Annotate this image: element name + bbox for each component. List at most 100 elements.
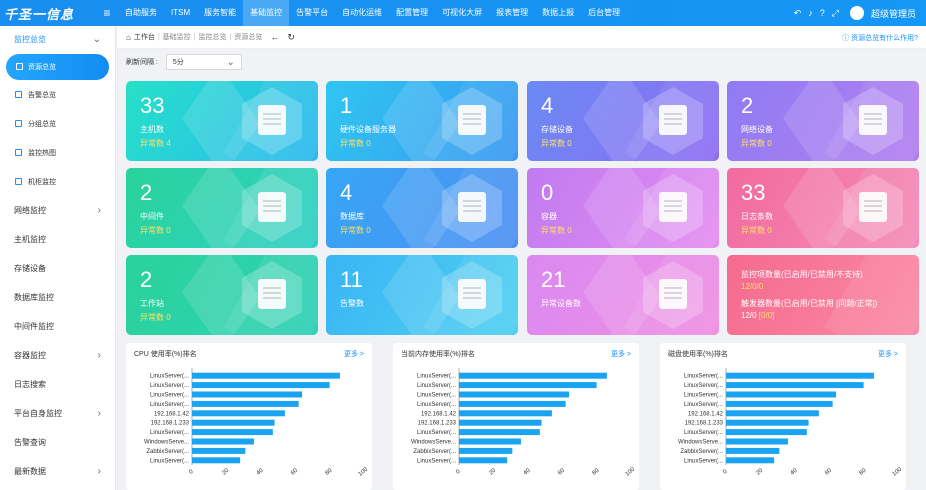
summary-line-2: 12/0/0 [741, 282, 764, 291]
sidebar-item[interactable]: 告警查询 [0, 428, 115, 457]
sidebar-group-overview[interactable]: 监控总览 ⌄ [0, 26, 115, 52]
tick-label: LinuxServer(... [150, 393, 189, 399]
bar[interactable] [192, 429, 273, 436]
breadcrumb-item[interactable]: 监控总览 [199, 32, 227, 42]
bar[interactable] [192, 457, 241, 464]
bar[interactable] [459, 419, 542, 426]
fullscreen-icon[interactable]: ⤢ [832, 8, 839, 19]
bar[interactable] [459, 438, 521, 445]
bar[interactable] [726, 419, 809, 426]
sidebar-item[interactable]: 平台自身监控 › [0, 399, 115, 428]
tick-label: LinuxServer(... [150, 458, 189, 464]
tick-label: LinuxServer(... [417, 402, 456, 408]
bar[interactable] [459, 372, 607, 379]
bar[interactable] [192, 372, 340, 379]
bar[interactable] [459, 429, 540, 436]
bar[interactable] [459, 391, 570, 398]
home-icon[interactable]: ⌂ [126, 33, 131, 42]
chevron-down-icon: ⌄ [92, 33, 101, 45]
stat-number: 1 [340, 93, 353, 118]
nav-item[interactable]: 数据上报 [535, 0, 581, 26]
bar[interactable] [459, 400, 566, 407]
sidebar-item[interactable]: 网络监控 › [0, 196, 115, 225]
breadcrumb-current: 资源总览 [234, 34, 263, 41]
panel-title: 磁盘使用率(%)排名 [668, 351, 728, 358]
bar[interactable] [192, 447, 246, 454]
sidebar-item[interactable]: 最新数据 › [0, 457, 115, 486]
sidebar-subitem[interactable]: 分组总览 [0, 109, 115, 138]
bar[interactable] [192, 419, 275, 426]
sidebar-item[interactable]: 存储设备 [0, 254, 115, 283]
sidebar-item[interactable]: 容器监控 › [0, 341, 115, 370]
bar[interactable] [726, 447, 780, 454]
sidebar-subitem[interactable]: 资源总览 [6, 54, 109, 80]
nav-item[interactable]: 后台管理 [581, 0, 627, 26]
more-link[interactable]: 更多 > [611, 349, 631, 359]
sidebar-subitem[interactable]: 机柜监控 [0, 167, 115, 196]
stat-abnormal-count: 异常数 0 [140, 313, 171, 322]
more-link[interactable]: 更多 > [344, 349, 364, 359]
nav-item[interactable]: 自助服务 [118, 0, 164, 26]
menu-toggle-icon[interactable]: ≡ [96, 0, 118, 26]
sidebar-item[interactable]: 主机监控 [0, 225, 115, 254]
bar[interactable] [459, 410, 552, 417]
stat-label: 存储设备 [541, 125, 573, 134]
stat-card[interactable]: 11 告警数 [326, 255, 518, 335]
back-arrow-icon[interactable]: ← [270, 32, 279, 42]
nav-item[interactable]: 报表管理 [489, 0, 535, 26]
back-icon[interactable]: ↶ [794, 8, 802, 19]
refresh-interval-select[interactable]: 5分 ⌄ [165, 54, 242, 70]
summary-card[interactable]: 监控项数量(已启用/已禁用/不支持) 12/0/0 触发器数量(已启用/已禁用 … [727, 255, 919, 335]
stat-card[interactable]: 21 异常设备数 [527, 255, 719, 335]
nav-item[interactable]: 自动化运维 [335, 0, 389, 26]
bell-icon[interactable]: ♪ [808, 8, 813, 18]
bar[interactable] [192, 410, 285, 417]
avatar[interactable] [849, 6, 864, 20]
bar[interactable] [459, 382, 597, 389]
sidebar-subitem[interactable]: 监控热图 [0, 138, 115, 167]
stat-card[interactable]: 2 工作站 异常数 0 [126, 255, 318, 335]
more-link[interactable]: 更多 > [878, 349, 898, 359]
sidebar-subitem[interactable]: 告警总览 [0, 80, 115, 109]
stat-card[interactable]: 4 数据库 异常数 0 [326, 168, 518, 248]
bar[interactable] [459, 457, 508, 464]
bar[interactable] [726, 457, 775, 464]
sidebar-item[interactable]: 日志搜索 [0, 370, 115, 399]
bar[interactable] [726, 400, 833, 407]
sidebar-item[interactable]: 数据库监控 [0, 283, 115, 312]
bar[interactable] [726, 429, 807, 436]
stat-card[interactable]: 4 存储设备 异常数 0 [527, 81, 719, 161]
sidebar-item[interactable]: 中间件监控 [0, 312, 115, 341]
bar[interactable] [726, 391, 837, 398]
breadcrumb-item[interactable]: 基础监控 [163, 32, 191, 42]
nav-item[interactable]: 基础监控 [243, 0, 290, 26]
bar[interactable] [726, 372, 874, 379]
bar[interactable] [459, 447, 513, 454]
stat-card[interactable]: 0 容器 异常数 0 [527, 168, 719, 248]
nav-item[interactable]: 可视化大屏 [435, 0, 489, 26]
bar[interactable] [726, 438, 788, 445]
stat-card[interactable]: 2 网络设备 异常数 0 [727, 81, 919, 161]
bar[interactable] [192, 438, 254, 445]
nav-item[interactable]: 服务智能 [197, 0, 243, 26]
user-name[interactable]: 超级管理员 [871, 7, 916, 20]
tick-label: LinuxServer(... [684, 402, 723, 408]
nav-item[interactable]: 告警平台 [289, 0, 335, 26]
stat-card[interactable]: 1 硬件设备服务器 异常数 0 [326, 81, 518, 161]
bar[interactable] [192, 400, 299, 407]
help-link[interactable]: ⓘ 资源总览有什么作用? [842, 33, 918, 43]
nav-item[interactable]: ITSM [164, 0, 197, 26]
nav-item[interactable]: 配置管理 [389, 0, 435, 26]
stat-card[interactable]: 33 主机数 异常数 4 [126, 81, 318, 161]
x-tick-label: 0 [455, 468, 462, 475]
summary-line-4b: [0/0] [758, 311, 775, 320]
bar[interactable] [192, 382, 330, 389]
stat-card[interactable]: 2 中间件 异常数 0 [126, 168, 318, 248]
stat-card[interactable]: 33 日志条数 异常数 0 [727, 168, 919, 248]
bar[interactable] [726, 382, 864, 389]
breadcrumb-home[interactable]: 工作台 [134, 32, 155, 42]
bar[interactable] [726, 410, 819, 417]
refresh-icon[interactable]: ↻ [287, 32, 295, 43]
bar[interactable] [192, 391, 303, 398]
help-icon[interactable]: ? [820, 8, 825, 18]
